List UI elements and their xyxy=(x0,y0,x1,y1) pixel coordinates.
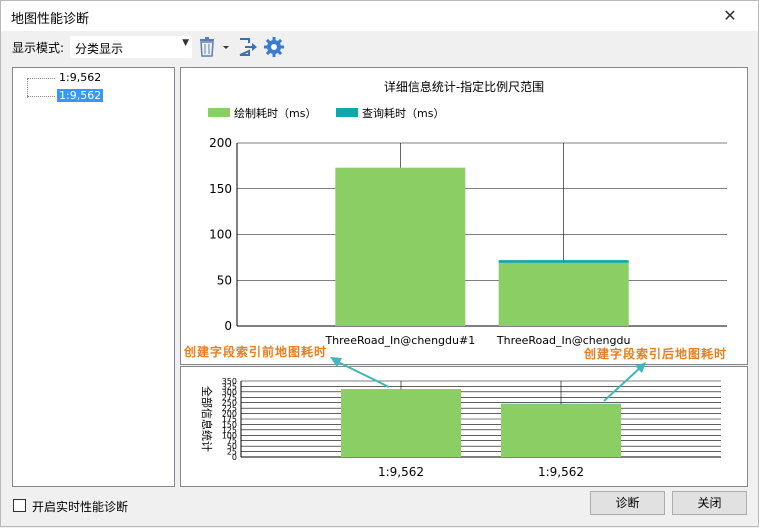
display-mode-value: 分类显示 xyxy=(75,40,123,57)
summary-chart-panel: 全部信息统计0255075100125150175200225250275300… xyxy=(180,366,748,487)
annotation-after: 创建字段索引后地图耗时 xyxy=(584,345,727,362)
realtime-label: 开启实时性能诊断 xyxy=(32,498,128,515)
y-tick-label: 50 xyxy=(217,273,232,287)
bar xyxy=(341,390,461,457)
tree-item[interactable]: 1:9,562 xyxy=(27,70,103,86)
y-tick-label: 150 xyxy=(209,182,232,196)
legend-swatch xyxy=(208,108,230,117)
export-icon[interactable] xyxy=(237,36,259,58)
summary-chart: 全部信息统计0255075100125150175200225250275300… xyxy=(181,367,747,486)
legend-swatch xyxy=(336,108,358,117)
y-tick-label: 350 xyxy=(222,377,237,386)
y-axis-label: 全部信息统计 xyxy=(200,386,214,452)
legend-label: 绘制耗时（ms） xyxy=(234,106,316,120)
y-tick-label: 100 xyxy=(209,228,232,242)
trash-icon[interactable] xyxy=(196,36,218,58)
gear-icon[interactable] xyxy=(263,36,285,58)
x-tick-label: 1:9,562 xyxy=(538,465,584,479)
close-window-icon[interactable]: ✕ xyxy=(708,3,752,29)
dialog-window: 地图性能诊断 ✕ 显示模式: 分类显示 ▼ xyxy=(0,0,759,527)
detail-chart: 详细信息统计-指定比例尺范围绘制耗时（ms） 查询耗时（ms） 0 50 100 150 2… xyxy=(181,68,747,364)
annotation-before: 创建字段索引前地图耗时 xyxy=(184,343,327,360)
x-tick-label: 1:9,562 xyxy=(378,465,424,479)
bar xyxy=(499,263,629,326)
realtime-checkbox[interactable] xyxy=(13,499,26,512)
tree-branch-line xyxy=(27,96,55,97)
x-tick-label: ThreeRoad_In@chengdu#1 xyxy=(324,334,475,347)
y-tick-label: 0 xyxy=(224,319,232,333)
tree-item-label: 1:9,562 xyxy=(57,89,103,102)
toolbar: 显示模式: 分类显示 ▼ xyxy=(1,33,758,61)
tree-item-label: 1:9,562 xyxy=(57,71,103,84)
display-mode-label: 显示模式: xyxy=(12,39,64,56)
scale-tree[interactable]: 1:9,562 1:9,562 xyxy=(12,67,175,487)
bar xyxy=(501,404,621,457)
chevron-down-icon: ▼ xyxy=(182,38,189,48)
chevron-down-icon[interactable] xyxy=(220,36,232,58)
window-title: 地图性能诊断 xyxy=(11,8,89,27)
close-button[interactable]: 关闭 xyxy=(672,491,747,515)
bar xyxy=(499,260,629,263)
tree-branch-line xyxy=(27,78,55,79)
title-bar: 地图性能诊断 ✕ xyxy=(1,1,758,31)
legend-label: 查询耗时（ms） xyxy=(362,106,444,120)
y-tick-label: 200 xyxy=(209,136,232,150)
diagnose-button[interactable]: 诊断 xyxy=(590,491,665,515)
chart-title: 详细信息统计-指定比例尺范围 xyxy=(384,79,544,94)
display-mode-select[interactable]: 分类显示 ▼ xyxy=(70,36,192,58)
bar xyxy=(335,168,465,326)
tree-item-selected[interactable]: 1:9,562 xyxy=(27,88,103,104)
detail-chart-panel: 详细信息统计-指定比例尺范围绘制耗时（ms） 查询耗时（ms） 0 50 100 150 2… xyxy=(180,67,748,365)
